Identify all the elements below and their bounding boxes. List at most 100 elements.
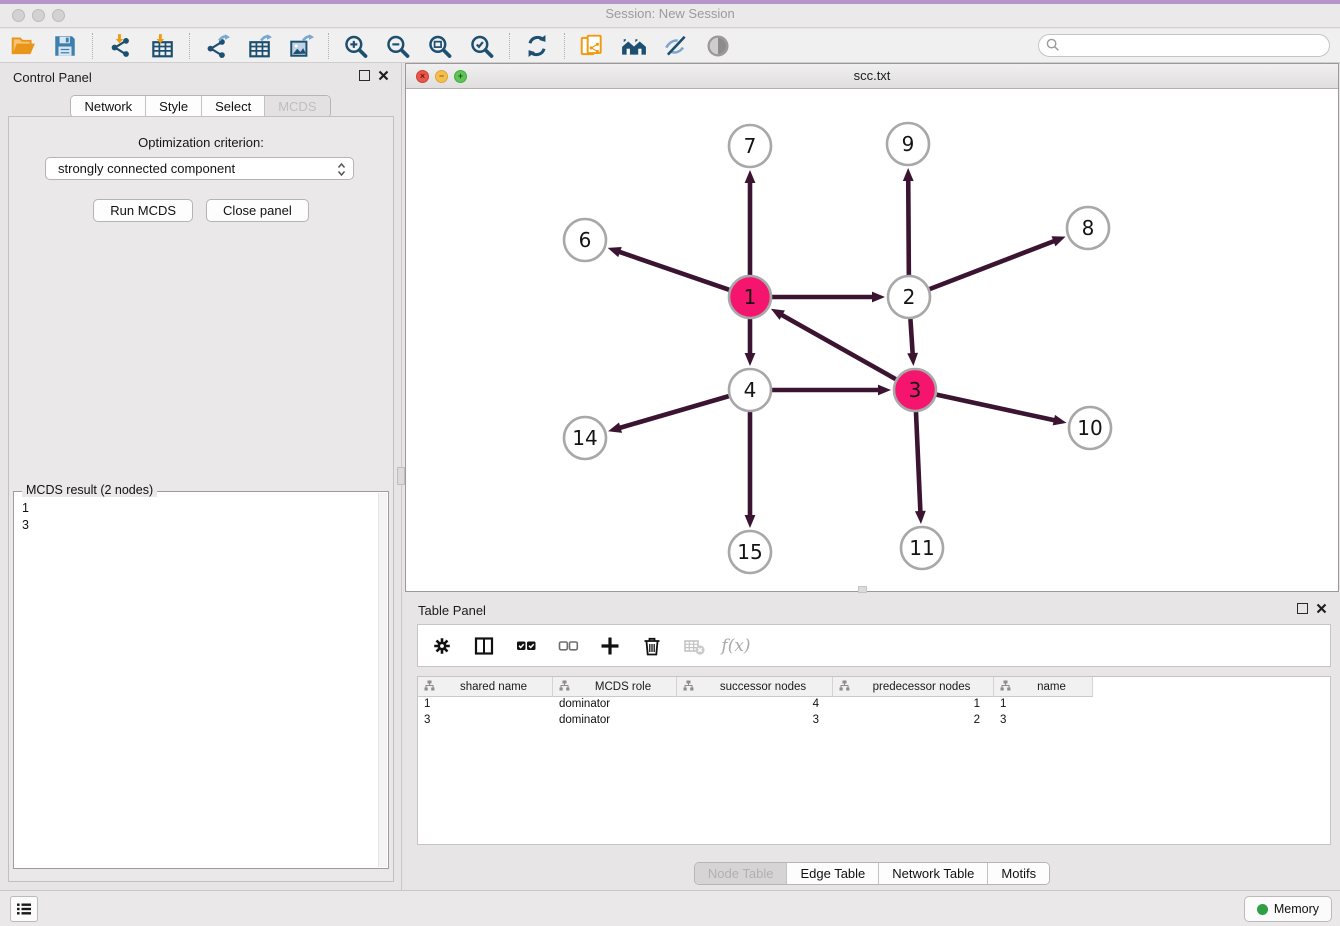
optimization-criterion-label: Optimization criterion: bbox=[9, 135, 393, 150]
tab-mcds[interactable]: MCDS bbox=[264, 96, 329, 117]
edge-arrowhead bbox=[903, 168, 914, 181]
criterion-dropdown[interactable]: strongly connected component bbox=[45, 157, 354, 180]
column-header-successor-nodes[interactable]: successor nodes bbox=[677, 677, 833, 697]
import-table-icon[interactable] bbox=[147, 31, 177, 61]
graph-edge-1-6[interactable] bbox=[617, 251, 729, 290]
tab-network[interactable]: Network bbox=[71, 96, 145, 117]
split-pane-icon[interactable] bbox=[470, 632, 498, 660]
first-neighbors-icon[interactable] bbox=[619, 31, 649, 61]
node-label: 9 bbox=[902, 132, 915, 156]
search-box bbox=[1038, 34, 1330, 57]
window-titlebar: Session: New Session bbox=[0, 0, 1340, 28]
table-cell: 1 bbox=[833, 697, 994, 713]
graph-edge-2-3[interactable] bbox=[910, 319, 912, 356]
node-label: 6 bbox=[579, 228, 592, 252]
zoom-in-icon[interactable] bbox=[341, 31, 371, 61]
status-bar: Memory bbox=[0, 890, 1340, 926]
edge-arrowhead bbox=[872, 292, 885, 303]
node-label: 4 bbox=[744, 378, 757, 402]
vertical-splitter-grip[interactable] bbox=[397, 467, 405, 485]
table-row[interactable]: 1dominator411 bbox=[418, 697, 1330, 713]
column-type-icon bbox=[559, 680, 570, 694]
zoom-fit-icon[interactable] bbox=[425, 31, 455, 61]
clone-network-icon[interactable] bbox=[577, 31, 607, 61]
node-label: 11 bbox=[909, 536, 934, 560]
column-type-icon bbox=[683, 680, 694, 694]
tab-edge-table[interactable]: Edge Table bbox=[786, 863, 878, 884]
window-title: Session: New Session bbox=[0, 6, 1340, 21]
select-all-icon[interactable] bbox=[512, 632, 540, 660]
tab-style[interactable]: Style bbox=[145, 96, 201, 117]
graph-edge-2-8[interactable] bbox=[930, 240, 1057, 289]
zoom-out-icon[interactable] bbox=[383, 31, 413, 61]
deselect-all-icon[interactable] bbox=[554, 632, 582, 660]
tab-select[interactable]: Select bbox=[201, 96, 264, 117]
memory-button[interactable]: Memory bbox=[1244, 896, 1332, 922]
export-network-icon[interactable] bbox=[202, 31, 232, 61]
dropdown-stepper-icon bbox=[337, 162, 346, 180]
window-accent-strip bbox=[0, 0, 1340, 4]
zoom-selected-icon[interactable] bbox=[467, 31, 497, 61]
tab-motifs[interactable]: Motifs bbox=[987, 863, 1049, 884]
graph-edge-2-9[interactable] bbox=[908, 178, 909, 275]
search-input[interactable] bbox=[1038, 34, 1330, 57]
column-header-predecessor-nodes[interactable]: predecessor nodes bbox=[833, 677, 994, 697]
result-value: 3 bbox=[22, 517, 29, 534]
export-image-icon[interactable] bbox=[286, 31, 316, 61]
column-header-MCDS-role[interactable]: MCDS role bbox=[553, 677, 677, 697]
control-panel-title: Control Panel bbox=[13, 70, 92, 85]
horizontal-splitter-grip[interactable] bbox=[858, 586, 867, 593]
show-all-icon[interactable] bbox=[703, 31, 733, 61]
control-panel-tabs: NetworkStyleSelectMCDS bbox=[0, 95, 401, 118]
network-view-window: × − + scc.txt 7968124314101511 bbox=[405, 63, 1339, 592]
float-table-panel-icon[interactable] bbox=[1297, 603, 1308, 614]
graph-edge-3-11[interactable] bbox=[916, 412, 921, 514]
edge-arrowhead bbox=[608, 422, 622, 432]
add-row-icon[interactable] bbox=[596, 632, 624, 660]
table-cell: 1 bbox=[418, 697, 553, 713]
memory-label: Memory bbox=[1274, 902, 1319, 916]
table-cell: dominator bbox=[553, 697, 677, 713]
run-mcds-button[interactable]: Run MCDS bbox=[93, 199, 193, 222]
graph-edge-3-10[interactable] bbox=[936, 395, 1056, 421]
apply-layout-icon[interactable] bbox=[522, 31, 552, 61]
main-toolbar bbox=[0, 29, 1340, 63]
tab-network-table[interactable]: Network Table bbox=[878, 863, 987, 884]
edge-arrowhead bbox=[745, 353, 756, 366]
node-label: 1 bbox=[744, 285, 757, 309]
tab-node-table[interactable]: Node Table bbox=[695, 863, 787, 884]
open-file-icon[interactable] bbox=[8, 31, 38, 61]
table-row[interactable]: 3dominator323 bbox=[418, 713, 1330, 729]
close-panel-icon[interactable] bbox=[378, 70, 389, 81]
table-cell: 3 bbox=[677, 713, 833, 729]
close-table-panel-icon[interactable] bbox=[1316, 603, 1327, 614]
graph-edge-4-14[interactable] bbox=[618, 396, 729, 428]
hide-selected-icon[interactable] bbox=[661, 31, 691, 61]
function-icon: f(x) bbox=[722, 632, 750, 660]
export-table-icon[interactable] bbox=[244, 31, 274, 61]
column-type-icon bbox=[1000, 680, 1011, 694]
toolbar-separator bbox=[328, 33, 329, 59]
graph-edge-3-1[interactable] bbox=[780, 314, 896, 380]
import-network-icon[interactable] bbox=[105, 31, 135, 61]
network-window-title: scc.txt bbox=[406, 68, 1338, 83]
column-header-name[interactable]: name bbox=[994, 677, 1093, 697]
task-history-button[interactable] bbox=[10, 896, 38, 922]
close-panel-button[interactable]: Close panel bbox=[206, 199, 309, 222]
column-header-shared-name[interactable]: shared name bbox=[418, 677, 553, 697]
save-session-icon[interactable] bbox=[50, 31, 80, 61]
node-label: 3 bbox=[909, 378, 922, 402]
search-icon bbox=[1046, 38, 1060, 52]
node-label: 7 bbox=[744, 134, 757, 158]
network-canvas[interactable]: 7968124314101511 bbox=[406, 89, 1338, 591]
column-type-icon bbox=[839, 680, 850, 694]
delete-row-icon[interactable] bbox=[638, 632, 666, 660]
result-scrollbar[interactable] bbox=[378, 493, 387, 867]
gear-icon[interactable] bbox=[428, 632, 456, 660]
result-value: 1 bbox=[22, 500, 29, 517]
float-panel-icon[interactable] bbox=[359, 70, 370, 81]
node-table[interactable]: shared nameMCDS rolesuccessor nodesprede… bbox=[417, 676, 1331, 845]
edge-arrowhead bbox=[1053, 415, 1067, 426]
edge-arrowhead bbox=[878, 385, 891, 396]
node-label: 14 bbox=[572, 426, 597, 450]
